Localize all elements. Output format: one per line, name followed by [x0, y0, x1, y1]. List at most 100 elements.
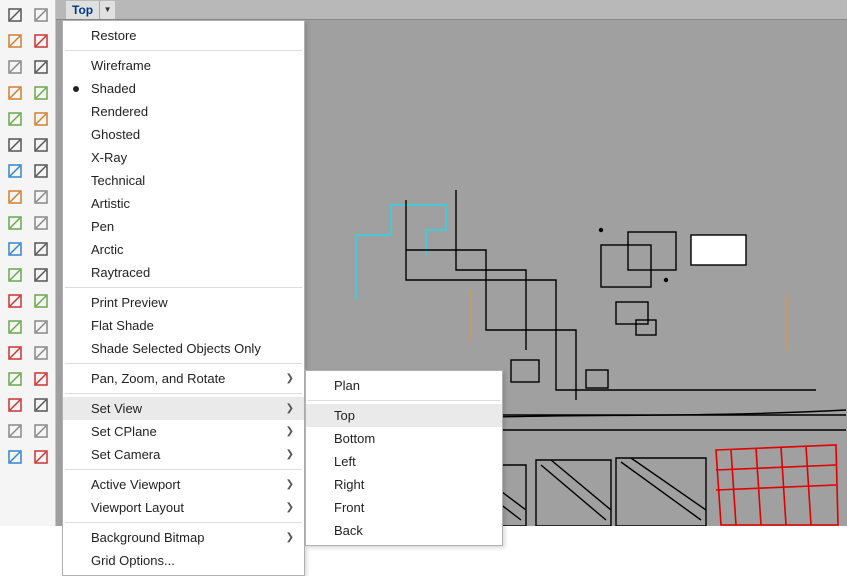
- menu-item-shaded[interactable]: Shaded: [63, 77, 304, 100]
- menu-item-label: Wireframe: [91, 58, 151, 73]
- menu-separator: [65, 522, 302, 523]
- menu-item-label: Viewport Layout: [91, 500, 184, 515]
- menu-item-label: Back: [334, 523, 363, 538]
- box-icon[interactable]: [4, 160, 26, 182]
- menu-item-label: Print Preview: [91, 295, 168, 310]
- menu-separator: [65, 50, 302, 51]
- menu-separator: [65, 393, 302, 394]
- grid-icon[interactable]: [4, 368, 26, 390]
- menu-item-set-camera[interactable]: Set Camera❯: [63, 443, 304, 466]
- menu-item-artistic[interactable]: Artistic: [63, 192, 304, 215]
- rect-icon[interactable]: [4, 108, 26, 130]
- hatch-icon[interactable]: [30, 316, 52, 338]
- submenu-arrow-icon: ❯: [286, 449, 294, 460]
- polyline-icon[interactable]: [4, 30, 26, 52]
- menu-item-label: Right: [334, 477, 364, 492]
- menu-item-raytraced[interactable]: Raytraced: [63, 261, 304, 284]
- menu-item-viewport-layout[interactable]: Viewport Layout ❯: [63, 496, 304, 519]
- menu-item-label: Left: [334, 454, 356, 469]
- menu-separator: [308, 400, 500, 401]
- submenu-arrow-icon: ❯: [286, 426, 294, 437]
- menu-item-label: Ghosted: [91, 127, 140, 142]
- submenu-item-top[interactable]: Top: [306, 404, 502, 427]
- menu-item-background-bitmap[interactable]: Background Bitmap❯: [63, 526, 304, 549]
- flag-icon[interactable]: [30, 446, 52, 468]
- dup-icon[interactable]: [30, 290, 52, 312]
- submenu-item-plan[interactable]: Plan: [306, 374, 502, 397]
- arc-icon[interactable]: [30, 82, 52, 104]
- submenu-item-back[interactable]: Back: [306, 519, 502, 542]
- menu-item-grid-options[interactable]: Grid Options...: [63, 549, 304, 572]
- menu-item-label: Active Viewport: [91, 477, 180, 492]
- mirror-icon[interactable]: [30, 238, 52, 260]
- menu-item-print-preview[interactable]: Print Preview: [63, 291, 304, 314]
- menu-item-rendered[interactable]: Rendered: [63, 100, 304, 123]
- submenu-item-front[interactable]: Front: [306, 496, 502, 519]
- pin-icon[interactable]: [4, 238, 26, 260]
- menu-item-shade-selected-objects-only[interactable]: Shade Selected Objects Only: [63, 337, 304, 360]
- surface-icon[interactable]: [4, 134, 26, 156]
- viewport-name[interactable]: Top: [66, 1, 99, 19]
- text-icon[interactable]: [4, 316, 26, 338]
- torus-icon[interactable]: [30, 186, 52, 208]
- menu-separator: [65, 287, 302, 288]
- set-view-submenu: Plan Top Bottom Left Right Front Back: [305, 370, 503, 546]
- menu-item-active-viewport[interactable]: Active Viewport ❯: [63, 473, 304, 496]
- menu-item-x-ray[interactable]: X-Ray: [63, 146, 304, 169]
- flame-icon[interactable]: [30, 212, 52, 234]
- menu-item-ghosted[interactable]: Ghosted: [63, 123, 304, 146]
- curve-icon[interactable]: [4, 290, 26, 312]
- offset-icon[interactable]: [30, 264, 52, 286]
- submenu-item-left[interactable]: Left: [306, 450, 502, 473]
- spiral-icon[interactable]: [30, 56, 52, 78]
- deform-icon[interactable]: [30, 134, 52, 156]
- submenu-arrow-icon: ❯: [286, 373, 294, 384]
- blend-icon[interactable]: [4, 342, 26, 364]
- menu-item-technical[interactable]: Technical: [63, 169, 304, 192]
- cylinder-icon[interactable]: [4, 186, 26, 208]
- check-icon[interactable]: [30, 420, 52, 442]
- check-bullet-icon: [73, 86, 79, 92]
- menu-item-label: Background Bitmap: [91, 530, 204, 545]
- menu-item-label: Artistic: [91, 196, 130, 211]
- drop-icon[interactable]: [4, 264, 26, 286]
- polygon-icon[interactable]: [30, 108, 52, 130]
- menu-item-label: Technical: [91, 173, 145, 188]
- menu-item-label: X-Ray: [91, 150, 127, 165]
- menu-item-set-view[interactable]: Set View❯: [63, 397, 304, 420]
- menu-item-label: Pan, Zoom, and Rotate: [91, 371, 225, 386]
- snap-icon[interactable]: [30, 368, 52, 390]
- submenu-item-right[interactable]: Right: [306, 473, 502, 496]
- menu-item-wireframe[interactable]: Wireframe: [63, 54, 304, 77]
- layers-icon[interactable]: [30, 394, 52, 416]
- menu-item-set-cplane[interactable]: Set CPlane❯: [63, 420, 304, 443]
- menu-item-label: Raytraced: [91, 265, 150, 280]
- menu-item-label: Flat Shade: [91, 318, 154, 333]
- menu-item-label: Shade Selected Objects Only: [91, 341, 261, 356]
- pointer-icon[interactable]: [4, 4, 26, 26]
- submenu-arrow-icon: ❯: [286, 479, 294, 490]
- menu-item-pan-zoom-and-rotate[interactable]: Pan, Zoom, and Rotate ❯: [63, 367, 304, 390]
- viewport-titlebar: Top ▼: [56, 0, 847, 20]
- lasso-icon[interactable]: [30, 4, 52, 26]
- viewport-menu-arrow[interactable]: ▼: [99, 1, 115, 19]
- menu-item-pen[interactable]: Pen: [63, 215, 304, 238]
- gear-icon[interactable]: [4, 212, 26, 234]
- menu-item-arctic[interactable]: Arctic: [63, 238, 304, 261]
- submenu-item-bottom[interactable]: Bottom: [306, 427, 502, 450]
- menu-item-restore[interactable]: Restore: [63, 24, 304, 47]
- submenu-arrow-icon: ❯: [286, 502, 294, 513]
- triangle-icon[interactable]: [4, 82, 26, 104]
- render-icon[interactable]: [4, 420, 26, 442]
- menu-item-label: Set View: [91, 401, 142, 416]
- loop-icon[interactable]: [30, 30, 52, 52]
- menu-item-flat-shade[interactable]: Flat Shade: [63, 314, 304, 337]
- menu-item-label: Shaded: [91, 81, 136, 96]
- circle-icon[interactable]: [4, 56, 26, 78]
- menu-item-label: Rendered: [91, 104, 148, 119]
- shell-icon[interactable]: [30, 342, 52, 364]
- array-icon[interactable]: [4, 394, 26, 416]
- tag-icon[interactable]: [4, 446, 26, 468]
- menu-item-label: Bottom: [334, 431, 375, 446]
- sphere-icon[interactable]: [30, 160, 52, 182]
